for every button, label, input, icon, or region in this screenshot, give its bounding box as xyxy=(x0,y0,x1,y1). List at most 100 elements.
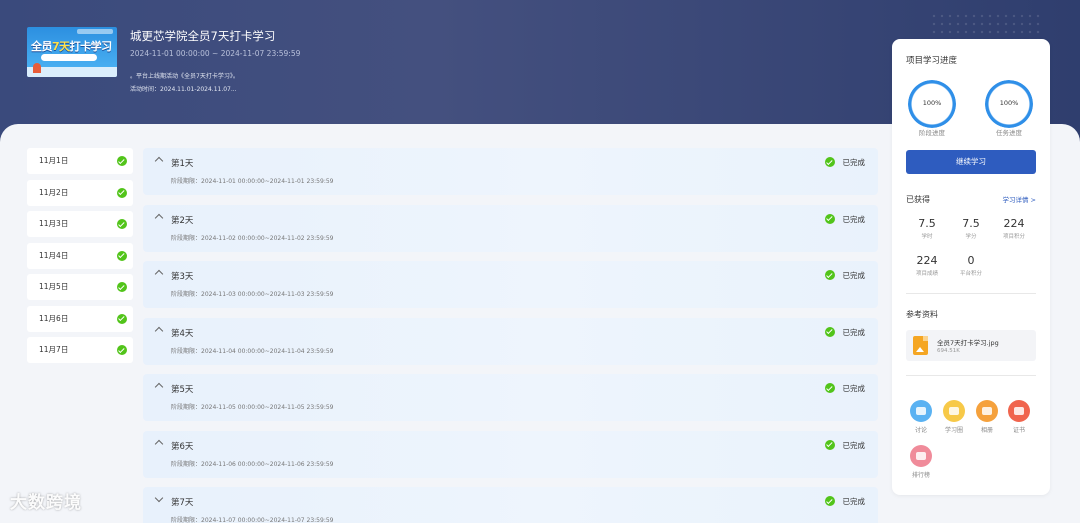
reference-file[interactable]: 全员7天打卡学习.jpg 694.51K xyxy=(906,330,1036,361)
check-icon xyxy=(825,496,835,506)
ranking-tool[interactable]: 排行榜 xyxy=(906,445,936,479)
earned-title: 已获得 xyxy=(906,195,930,204)
chat-icon xyxy=(910,400,932,422)
day-item[interactable]: 11月7日 xyxy=(27,337,133,363)
watermark: 大数跨境 xyxy=(10,493,82,513)
stage-period: 阶段期限：2024-11-01 00:00:00~2024-11-01 23:5… xyxy=(171,178,334,185)
stage-status: 已完成 xyxy=(842,158,866,167)
panel-title: 项目学习进度 xyxy=(906,56,958,66)
stage-status: 已完成 xyxy=(842,440,866,450)
references-title: 参考资料 xyxy=(906,310,938,319)
course-dates: 2024-11-01 00:00:00 ~ 2024-11-07 23:59:5… xyxy=(130,49,301,58)
stage-item[interactable]: 第7天 阶段期限：2024-11-07 00:00:00~2024-11-07 … xyxy=(143,487,878,523)
stage-status: 已完成 xyxy=(842,271,866,280)
stage-item[interactable]: 第4天 阶段期限：2024-11-04 00:00:00~2024-11-04 … xyxy=(143,317,878,365)
check-icon xyxy=(117,282,127,292)
chevron-up-icon[interactable] xyxy=(154,382,164,392)
file-name: 全员7天打卡学习.jpg xyxy=(937,339,999,347)
check-icon xyxy=(117,313,127,324)
image-file-icon xyxy=(913,336,928,355)
task-progress-value: 100% xyxy=(999,99,1019,107)
stage-period: 阶段期限：2024-11-02 00:00:00~2024-11-02 23:5… xyxy=(171,234,334,242)
stat-project-score: 224 项目成绩 xyxy=(915,254,938,277)
album-tool[interactable]: 相册 xyxy=(972,400,1002,434)
stage-status: 已完成 xyxy=(842,384,866,393)
stage-progress-label: 阶段进度 xyxy=(919,129,945,137)
chevron-up-icon[interactable] xyxy=(154,269,164,279)
day-label: 11月4日 xyxy=(39,250,69,260)
day-item[interactable]: 11月5日 xyxy=(27,274,133,300)
day-item[interactable]: 11月1日 xyxy=(27,148,133,174)
stage-item[interactable]: 第6天 阶段期限：2024-11-06 00:00:00~2024-11-06 … xyxy=(143,430,878,478)
ranking-icon xyxy=(910,445,932,467)
learning-details-link[interactable]: 学习详情 > xyxy=(1002,194,1036,204)
check-icon xyxy=(825,326,835,337)
chevron-up-icon[interactable] xyxy=(154,213,164,222)
stat-hours: 7.5 学时 xyxy=(918,217,936,240)
stage-title: 第6天 xyxy=(171,441,194,452)
learning-circle-tool[interactable]: 学习圈 xyxy=(939,400,969,434)
stage-list: 第1天 阶段期限：2024-11-01 00:00:00~2024-11-01 … xyxy=(143,148,878,523)
stage-period: 阶段期限：2024-11-07 00:00:00~2024-11-07 23:5… xyxy=(171,517,334,523)
certificate-tool[interactable]: 证书 xyxy=(1004,400,1034,434)
stage-title: 第7天 xyxy=(171,498,194,508)
course-title: 城更芯学院全员7天打卡学习 xyxy=(130,29,276,43)
stage-status: 已完成 xyxy=(842,327,866,337)
award-icon xyxy=(1008,400,1030,422)
note-icon xyxy=(943,400,965,422)
discussion-tool[interactable]: 讨论 xyxy=(906,400,936,434)
day-item[interactable]: 11月6日 xyxy=(27,305,133,332)
stage-progress-value: 100% xyxy=(922,99,942,107)
chevron-up-icon[interactable] xyxy=(154,156,164,166)
chevron-up-icon[interactable] xyxy=(154,326,164,335)
check-icon xyxy=(117,345,127,355)
chevron-up-icon[interactable] xyxy=(154,439,164,448)
check-icon xyxy=(825,213,835,224)
continue-learning-button[interactable]: 继续学习 xyxy=(906,150,1036,174)
stage-period: 阶段期限：2024-11-03 00:00:00~2024-11-03 23:5… xyxy=(171,291,334,298)
check-icon xyxy=(117,187,127,198)
stage-status: 已完成 xyxy=(842,497,866,506)
chevron-down-icon[interactable] xyxy=(154,493,164,503)
day-item[interactable]: 11月4日 xyxy=(27,242,133,269)
check-icon xyxy=(825,157,835,167)
stage-item[interactable]: 第5天 阶段期限：2024-11-05 00:00:00~2024-11-05 … xyxy=(143,374,878,421)
check-icon xyxy=(825,439,835,450)
divider xyxy=(906,293,1036,294)
stage-item[interactable]: 第2天 阶段期限：2024-11-02 00:00:00~2024-11-02 … xyxy=(143,204,878,252)
image-icon xyxy=(976,400,998,422)
check-icon xyxy=(117,156,127,166)
stage-period: 阶段期限：2024-11-04 00:00:00~2024-11-04 23:5… xyxy=(171,347,334,355)
day-label: 11月1日 xyxy=(39,156,69,165)
check-icon xyxy=(117,219,127,229)
file-size: 694.51K xyxy=(937,348,960,354)
day-label: 11月3日 xyxy=(39,219,69,228)
day-list: 11月1日 11月2日 11月3日 11月4日 11月5日 11月6日 11月7… xyxy=(27,148,133,369)
day-label: 11月2日 xyxy=(39,187,69,197)
stage-title: 第4天 xyxy=(171,328,194,339)
stage-period: 阶段期限：2024-11-06 00:00:00~2024-11-06 23:5… xyxy=(171,460,334,468)
stage-title: 第2天 xyxy=(171,215,194,226)
check-icon xyxy=(117,250,127,261)
progress-panel: 项目学习进度 100% 阶段进度 100% 任务进度 继续学习 已获得 学习详情… xyxy=(892,39,1050,495)
stage-title: 第5天 xyxy=(171,385,194,395)
stage-item[interactable]: 第1天 阶段期限：2024-11-01 00:00:00~2024-11-01 … xyxy=(143,148,878,195)
divider xyxy=(906,375,1036,376)
day-label: 11月5日 xyxy=(39,282,69,291)
stage-title: 第1天 xyxy=(171,159,194,169)
stage-status: 已完成 xyxy=(842,214,866,224)
day-label: 11月6日 xyxy=(39,313,69,323)
day-item[interactable]: 11月2日 xyxy=(27,179,133,206)
stage-title: 第3天 xyxy=(171,272,194,282)
activity-time: 活动时间：2024.11.01-2024.11.07... xyxy=(130,86,237,93)
course-cover-image: 全员7天打卡学习 xyxy=(27,27,117,77)
stat-credits: 7.5 学分 xyxy=(962,217,980,240)
check-icon xyxy=(825,270,835,280)
stage-item[interactable]: 第3天 阶段期限：2024-11-03 00:00:00~2024-11-03 … xyxy=(143,261,878,308)
course-note: 。平台上线期活动《全员7天打卡学习》。 xyxy=(130,73,239,80)
stat-project-points: 224 项目积分 xyxy=(1002,217,1025,240)
task-progress-label: 任务进度 xyxy=(996,129,1022,137)
day-label: 11月7日 xyxy=(39,345,69,354)
stage-period: 阶段期限：2024-11-05 00:00:00~2024-11-05 23:5… xyxy=(171,404,334,411)
day-item[interactable]: 11月3日 xyxy=(27,211,133,237)
